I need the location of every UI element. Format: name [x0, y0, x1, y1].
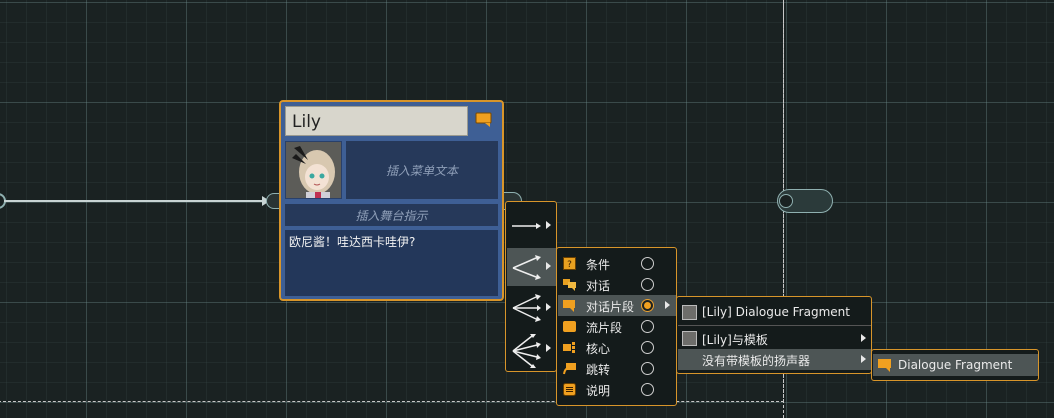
speaker-name-field[interactable]: Lily [285, 106, 468, 136]
menu-separator [678, 325, 871, 326]
template-menu: [Lily] Dialogue Fragment [Lily]与模板 没有带模板… [676, 296, 872, 374]
menu-item-lily-dialogue-fragment[interactable]: [Lily] Dialogue Fragment [678, 302, 871, 323]
menu-item-label: 条件 [586, 258, 611, 272]
menu-item-label: Dialogue Fragment [898, 358, 1013, 372]
fork-two-icon [512, 255, 541, 280]
speaker-portrait[interactable] [285, 141, 342, 199]
dialogue-fragment-icon [878, 359, 891, 372]
menu-item-comment[interactable]: 说明 [558, 379, 676, 400]
dialogue-fragment-icon [563, 300, 575, 312]
dialogue-text-field[interactable]: 欧尼酱！哇达西卡哇伊? [285, 230, 498, 296]
menu-item-label: [Lily]与模板 [702, 333, 768, 347]
menu-item-flow-fragment[interactable]: 流片段 [558, 316, 676, 337]
menu-item-dialogue-fragment-plain[interactable]: Dialogue Fragment [873, 354, 1038, 376]
speaker-thumbnail-icon [682, 331, 697, 346]
fork-three-icon [512, 294, 541, 322]
flow-canvas[interactable]: Lily 插入菜单文本 插入舞台指示 欧尼酱！哇达西卡哇伊? ? 条件 对话 对… [0, 0, 1054, 418]
menu-item-hub[interactable]: 核心 [558, 337, 676, 358]
menu-item-label: [Lily] Dialogue Fragment [702, 305, 850, 319]
menu-item-single-connection[interactable] [507, 207, 556, 245]
comment-icon [563, 383, 576, 396]
menu-text-field[interactable]: 插入菜单文本 [346, 141, 498, 199]
radio-indicator [641, 341, 654, 354]
connection-line [4, 200, 268, 202]
connection-type-menu [505, 201, 557, 372]
radio-indicator [641, 278, 654, 291]
submenu-arrow-icon [546, 303, 551, 311]
menu-item-label: 对话片段 [586, 300, 635, 314]
flow-fragment-icon [563, 321, 576, 332]
submenu-arrow-icon [546, 221, 551, 229]
single-arrow-icon [512, 223, 541, 229]
menu-item-label: 流片段 [586, 321, 623, 335]
menu-item-label: 核心 [586, 342, 611, 356]
dialogue-icon [563, 279, 576, 291]
dialogue-fragment-icon [475, 112, 492, 127]
dialogue-fragment-node[interactable]: Lily 插入菜单文本 插入舞台指示 欧尼酱！哇达西卡哇伊? [279, 100, 504, 301]
submenu-arrow-icon [546, 262, 551, 270]
submenu-arrow-icon [861, 334, 866, 342]
svg-text:?: ? [567, 260, 572, 270]
submenu-arrow-icon [861, 355, 866, 363]
menu-item-label: 说明 [586, 384, 611, 398]
radio-indicator [641, 383, 654, 396]
menu-item-label: 跳转 [586, 363, 611, 377]
submenu-arrow-icon [665, 301, 670, 309]
menu-item-label: 没有带模板的扬声器 [702, 354, 811, 368]
fragment-menu: Dialogue Fragment [871, 349, 1039, 381]
condition-icon: ? [563, 257, 576, 270]
portrait-image [286, 142, 341, 198]
stage-directions-field[interactable]: 插入舞台指示 [285, 204, 498, 226]
speaker-thumbnail-icon [682, 305, 697, 320]
menu-item-label: 对话 [586, 279, 611, 293]
radio-indicator [641, 257, 654, 270]
menu-item-speaker-without-template[interactable]: 没有带模板的扬声器 [678, 349, 871, 370]
menu-item-three-connections[interactable] [507, 289, 556, 327]
menu-item-condition[interactable]: ? 条件 [558, 253, 676, 274]
radio-indicator [641, 320, 654, 333]
menu-item-dialogue[interactable]: 对话 [558, 274, 676, 295]
output-pin-node[interactable] [777, 189, 833, 213]
radio-indicator [641, 362, 654, 375]
menu-item-two-connections[interactable] [507, 248, 556, 286]
node-type-menu: ? 条件 对话 对话片段 流片段 核心 跳转 说明 [556, 247, 677, 406]
menu-item-dialogue-fragment[interactable]: 对话片段 [558, 295, 676, 316]
output-pin-hole[interactable] [779, 194, 793, 208]
hub-icon [563, 342, 575, 353]
submenu-arrow-icon [546, 344, 551, 352]
jump-icon [563, 363, 576, 375]
menu-item-jump[interactable]: 跳转 [558, 358, 676, 379]
radio-indicator-selected [641, 299, 654, 312]
menu-item-four-connections[interactable] [507, 330, 556, 368]
menu-item-lily-with-template[interactable]: [Lily]与模板 [678, 328, 871, 349]
fork-four-icon [512, 334, 541, 368]
